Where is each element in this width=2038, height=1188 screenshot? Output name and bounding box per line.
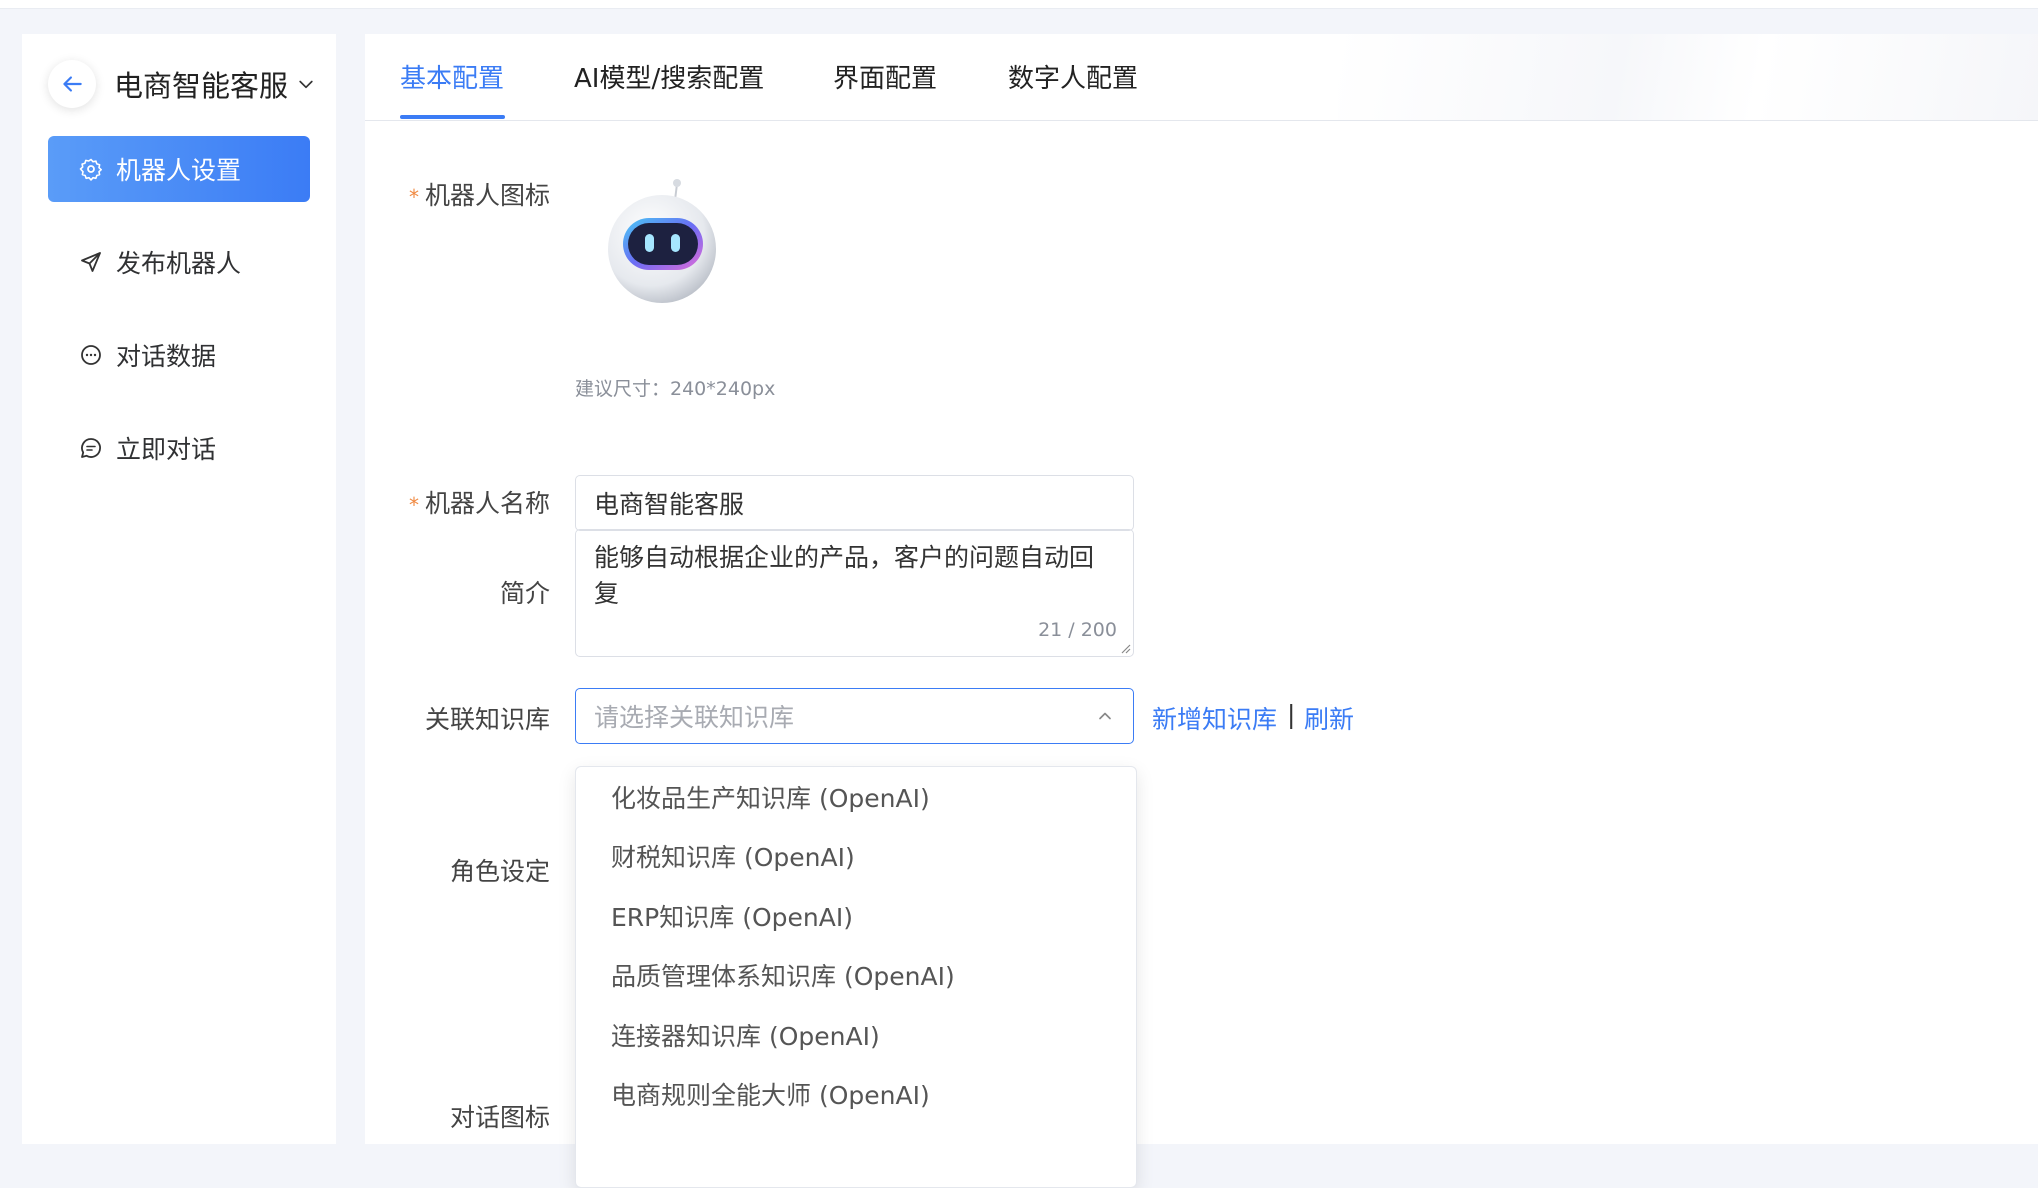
chevron-up-icon [1099,712,1111,720]
chat-bubble-icon [78,435,104,461]
sidebar-item-publish[interactable]: 发布机器人 [48,229,310,295]
knowledge-base-select[interactable]: 请选择关联知识库 [575,688,1134,744]
dropdown-option[interactable]: 化妆品生产知识库 (OpenAI) [576,767,1136,827]
back-button[interactable] [48,60,96,108]
robot-icon-label: * 机器人图标 [408,181,550,210]
tab-ui-config[interactable]: 界面配置 [833,58,937,95]
intro-textarea[interactable]: 能够自动根据企业的产品，客户的问题自动回复 21 / 200 [575,529,1134,657]
chat-icon-label: 对话图标 [449,1103,550,1132]
dropdown-option[interactable]: 品质管理体系知识库 (OpenAI) [576,946,1136,1006]
tab-digital-human-config[interactable]: 数字人配置 [1008,58,1138,95]
dropdown-option[interactable]: 财税知识库 (OpenAI) [576,827,1136,887]
required-mark: * [408,493,419,517]
arrow-left-icon [63,76,82,92]
sidebar-item-label: 对话数据 [116,342,217,371]
resize-handle-icon[interactable] [1119,642,1131,654]
sidebar-item-chat-now[interactable]: 立即对话 [48,415,310,481]
sidebar-item-label: 立即对话 [116,435,217,464]
chevron-down-icon [299,80,313,89]
chat-icon [78,342,104,368]
dropdown-option[interactable]: 连接器知识库 (OpenAI) [576,1005,1136,1065]
knowledge-base-label: 关联知识库 [424,705,550,734]
role-setting-label: 角色设定 [449,857,550,886]
app-switcher[interactable]: 电商智能客服 [114,64,316,104]
add-knowledge-base-link[interactable]: 新增知识库 [1152,700,1277,736]
robot-name-input[interactable]: 电商智能客服 [575,475,1134,531]
gear-icon [78,156,104,182]
robot-name-label: * 机器人名称 [408,489,550,518]
icon-size-hint: 建议尺寸：240*240px [575,378,776,400]
tab-basic-config[interactable]: 基本配置 [400,58,504,95]
select-placeholder: 请选择关联知识库 [594,703,795,732]
required-mark: * [408,185,419,209]
intro-label: 简介 [499,579,550,608]
char-counter: 21 / 200 [1038,619,1117,641]
top-strip [0,0,2038,9]
tab-bar: 基本配置 AI模型/搜索配置 界面配置 数字人配置 [365,34,2038,121]
knowledge-base-dropdown: 化妆品生产知识库 (OpenAI) 财税知识库 (OpenAI) ERP知识库 … [575,766,1137,1188]
send-icon [78,249,104,275]
robot-avatar-upload[interactable] [605,174,720,304]
tab-ai-model-config[interactable]: AI模型/搜索配置 [574,58,764,95]
sidebar-nav: 机器人设置 发布机器人 对话数据 立即对话 [48,136,310,508]
sidebar-item-label: 机器人设置 [116,156,242,185]
dropdown-option[interactable]: 电商规则全能大师 (OpenAI) [576,1065,1136,1125]
active-tab-indicator [400,115,505,119]
dropdown-option[interactable]: ERP知识库 (OpenAI) [576,886,1136,946]
robot-icon [608,179,716,303]
app-title: 电商智能客服 [114,69,289,103]
main-panel: 基本配置 AI模型/搜索配置 界面配置 数字人配置 * 机器人图标 建议尺寸：24… [365,34,2038,1188]
sidebar: 电商智能客服 机器人设置 发布机器人 对话数据 立即对话 [22,34,336,1144]
link-separator: | [1287,700,1296,729]
sidebar-item-robot-settings[interactable]: 机器人设置 [48,136,310,202]
intro-text: 能够自动根据企业的产品，客户的问题自动回复 [594,543,1095,608]
sidebar-item-chat-data[interactable]: 对话数据 [48,322,310,388]
refresh-link[interactable]: 刷新 [1304,700,1354,736]
sidebar-item-label: 发布机器人 [116,249,242,278]
